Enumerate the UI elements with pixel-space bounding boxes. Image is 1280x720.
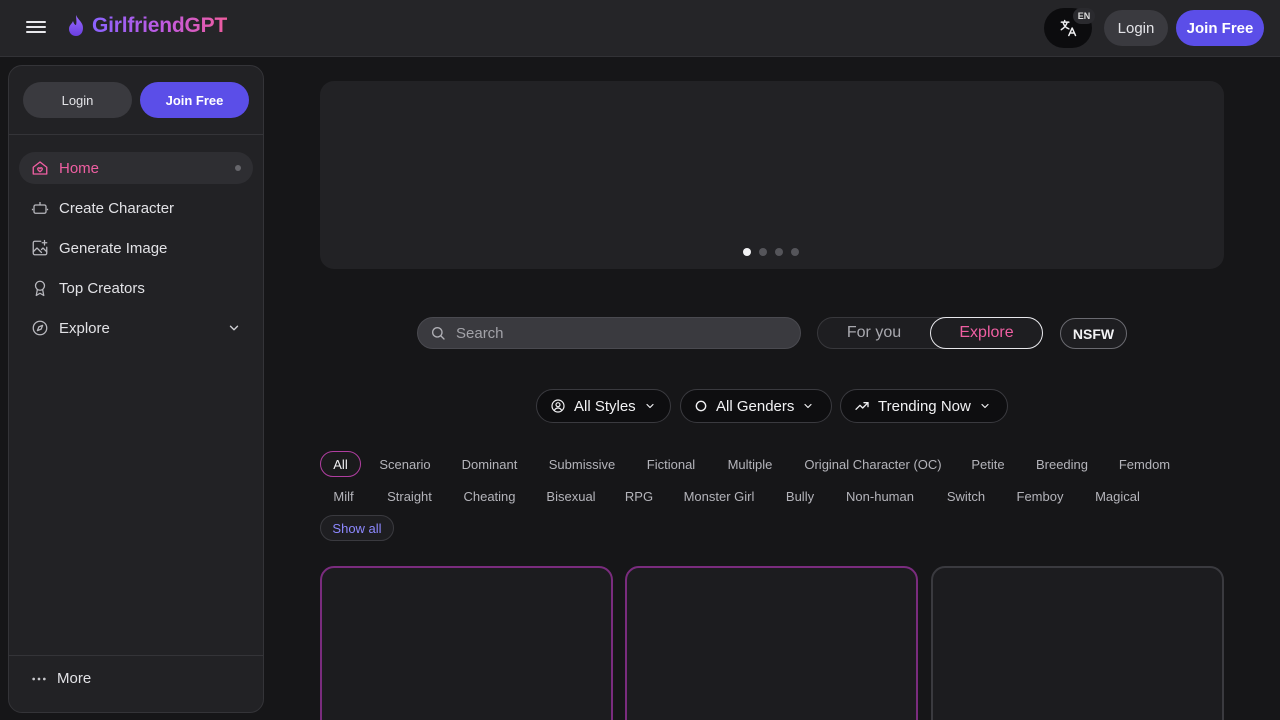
sort-dropdown-label: Trending Now <box>878 397 971 415</box>
search-bar[interactable] <box>417 317 801 349</box>
sidebar-join-button[interactable]: Join Free <box>140 82 249 118</box>
award-icon <box>34 280 46 297</box>
sidebar-item-create-character[interactable]: Create Character <box>19 192 253 224</box>
chevron-down-icon <box>804 403 812 409</box>
tag-chip[interactable]: Non-human <box>836 483 924 509</box>
nsfw-toggle[interactable]: NSFW <box>1060 318 1127 349</box>
tab-for-you[interactable]: For you <box>818 318 930 348</box>
sidebar-login-button[interactable]: Login <box>23 82 132 118</box>
sidebar-item-label: Generate Image <box>59 239 168 257</box>
carousel-dots <box>743 248 799 256</box>
tag-chip[interactable]: Dominant <box>452 451 527 477</box>
more-horizontal-icon <box>32 677 46 680</box>
tag-chip[interactable]: Femdom <box>1110 451 1179 477</box>
tag-chip[interactable]: Bully <box>777 483 823 509</box>
tag-chip[interactable]: Submissive <box>540 451 624 477</box>
carousel-dot[interactable] <box>743 248 751 256</box>
divider <box>9 655 263 656</box>
image-plus-icon <box>32 239 48 256</box>
character-card[interactable] <box>320 566 613 720</box>
tag-chip[interactable]: Cheating <box>454 483 525 509</box>
styles-dropdown[interactable]: All Styles <box>536 389 671 423</box>
tag-chip[interactable]: Scenario <box>370 451 440 477</box>
more-button[interactable]: More <box>31 670 91 687</box>
language-button[interactable]: EN <box>1044 8 1095 48</box>
tag-chip[interactable]: Fictional <box>637 451 705 477</box>
trending-up-icon <box>855 402 869 410</box>
header-login-button[interactable]: Login <box>1104 10 1168 46</box>
chevron-down-icon <box>981 403 989 409</box>
robot-icon <box>31 202 49 214</box>
sidebar: Login Join Free Home Create Character Ge… <box>8 65 264 713</box>
hero-banner[interactable] <box>320 81 1224 269</box>
sidebar-item-top-creators[interactable]: Top Creators <box>19 272 253 304</box>
more-label: More <box>57 670 92 687</box>
chevron-down-icon <box>646 403 654 409</box>
tab-explore[interactable]: Explore <box>930 317 1043 349</box>
sidebar-item-label: Home <box>59 159 100 177</box>
search-icon <box>432 327 445 340</box>
carousel-dot[interactable] <box>791 248 799 256</box>
tag-chip[interactable]: Multiple <box>718 451 782 477</box>
brand-name: GirlfriendGPT <box>92 14 228 37</box>
genders-dropdown[interactable]: All Genders <box>680 389 832 423</box>
styles-dropdown-label: All Styles <box>574 397 636 415</box>
compass-icon <box>32 320 48 336</box>
tag-chip[interactable]: Monster Girl <box>674 483 764 509</box>
carousel-dot[interactable] <box>759 248 767 256</box>
tag-chip[interactable]: Straight <box>378 483 441 509</box>
tag-chip[interactable]: All <box>320 451 361 477</box>
character-card[interactable] <box>625 566 918 720</box>
tag-chip[interactable]: Original Character (OC) <box>796 451 950 477</box>
sidebar-item-explore[interactable]: Explore <box>19 312 253 344</box>
circle-icon <box>695 400 707 412</box>
menu-icon[interactable] <box>26 18 46 38</box>
top-header: GirlfriendGPT EN Login Join Free <box>0 0 1280 57</box>
tag-chip[interactable]: Switch <box>937 483 995 509</box>
tag-chip[interactable]: Breeding <box>1027 451 1097 477</box>
sidebar-item-home[interactable]: Home <box>19 152 253 184</box>
genders-dropdown-label: All Genders <box>716 397 795 415</box>
show-all-tags-button[interactable]: Show all <box>320 515 394 541</box>
sidebar-item-label: Create Character <box>59 199 175 217</box>
tag-chip[interactable]: RPG <box>617 483 661 509</box>
language-badge: EN <box>1073 8 1095 24</box>
tag-chip[interactable]: Petite <box>963 451 1013 477</box>
search-input[interactable] <box>456 324 776 342</box>
home-icon <box>32 161 48 175</box>
feed-toggle: For you Explore <box>817 317 1043 349</box>
divider <box>9 134 263 135</box>
character-card[interactable] <box>931 566 1224 720</box>
carousel-dot[interactable] <box>775 248 783 256</box>
tag-chip[interactable]: Bisexual <box>538 483 604 509</box>
user-circle-icon <box>551 399 565 413</box>
sort-dropdown[interactable]: Trending Now <box>840 389 1008 423</box>
chevron-down-icon[interactable] <box>227 321 241 335</box>
brand-logo[interactable]: GirlfriendGPT <box>66 14 227 38</box>
tag-chip[interactable]: Magical <box>1085 483 1150 509</box>
tag-chip[interactable]: Milf <box>320 483 367 509</box>
flame-icon <box>69 15 83 36</box>
tag-chip[interactable]: Femboy <box>1008 483 1072 509</box>
sidebar-item-label: Top Creators <box>59 279 145 297</box>
sidebar-item-label: Explore <box>59 319 110 337</box>
header-join-button[interactable]: Join Free <box>1176 10 1264 46</box>
active-indicator <box>235 165 241 171</box>
sidebar-item-generate-image[interactable]: Generate Image <box>19 232 253 264</box>
